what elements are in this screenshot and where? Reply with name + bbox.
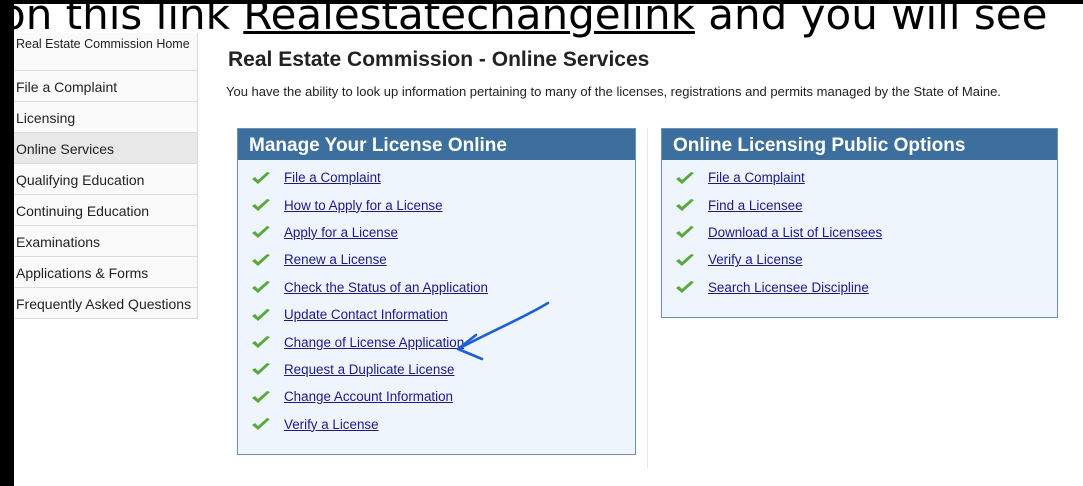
check-icon bbox=[252, 390, 270, 403]
public-panel-link[interactable]: File a Complaint bbox=[708, 170, 805, 185]
list-item: Update Contact Information bbox=[250, 301, 635, 328]
public-options-panel: Online Licensing Public Options File a C… bbox=[661, 128, 1058, 318]
check-icon bbox=[252, 308, 270, 321]
public-panel-link[interactable]: Find a Licensee bbox=[708, 198, 803, 213]
list-item: Check the Status of an Application bbox=[250, 274, 635, 301]
check-icon bbox=[252, 336, 270, 349]
manage-panel-link[interactable]: File a Complaint bbox=[284, 170, 381, 185]
list-item: File a Complaint bbox=[250, 164, 635, 191]
public-options-links: File a Complaint Find a Licensee Download … bbox=[662, 160, 1057, 301]
manage-license-links: File a Complaint How to Apply for a Licen… bbox=[238, 160, 635, 438]
public-options-heading: Online Licensing Public Options bbox=[662, 129, 1057, 160]
list-item: Search Licensee Discipline bbox=[674, 274, 1057, 301]
manage-panel-link[interactable]: Verify a License bbox=[284, 417, 379, 432]
list-item: Download a List of Licensees bbox=[674, 219, 1057, 246]
overlay-caption: on this link Realestatechangelink and yo… bbox=[0, 0, 1083, 42]
list-item: Verify a License bbox=[250, 411, 635, 438]
manage-license-panel: Manage Your License Online File a Compla… bbox=[237, 128, 636, 455]
frame-left-border bbox=[0, 0, 14, 486]
check-icon bbox=[252, 363, 270, 376]
list-item: Find a Licensee bbox=[674, 191, 1057, 218]
page-title: Real Estate Commission - Online Services bbox=[228, 48, 650, 72]
intro-text: You have the ability to look up informat… bbox=[226, 84, 1001, 99]
sidebar-item-frequently-asked-questions[interactable]: Frequently Asked Questions bbox=[14, 288, 197, 319]
public-panel-link[interactable]: Verify a License bbox=[708, 252, 803, 267]
sidebar-item-file-a-complaint[interactable]: File a Complaint bbox=[14, 71, 197, 102]
check-icon bbox=[676, 253, 694, 266]
list-item: Verify a License bbox=[674, 246, 1057, 273]
sidebar-item-examinations[interactable]: Examinations bbox=[14, 226, 197, 257]
column-divider bbox=[647, 128, 648, 468]
manage-panel-link[interactable]: How to Apply for a License bbox=[284, 198, 443, 213]
sidebar-item-applications-forms[interactable]: Applications & Forms bbox=[14, 257, 197, 288]
manage-panel-link[interactable]: Change of License Application bbox=[284, 335, 464, 350]
list-item: Apply for a License bbox=[250, 219, 635, 246]
check-icon bbox=[252, 281, 270, 294]
manage-panel-link[interactable]: Request a Duplicate License bbox=[284, 362, 454, 377]
list-item: File a Complaint bbox=[674, 164, 1057, 191]
sidebar-item-qualifying-education[interactable]: Qualifying Education bbox=[14, 164, 197, 195]
public-panel-link[interactable]: Search Licensee Discipline bbox=[708, 280, 869, 295]
annotation-arrow-icon bbox=[456, 301, 550, 361]
list-item: Request a Duplicate License bbox=[250, 356, 635, 383]
sidebar-item-continuing-education[interactable]: Continuing Education bbox=[14, 195, 197, 226]
caption-link[interactable]: Realestatechangelink bbox=[243, 0, 695, 39]
check-icon bbox=[676, 226, 694, 239]
sidebar-item-online-services[interactable]: Online Services bbox=[14, 133, 197, 164]
public-panel-link[interactable]: Download a List of Licensees bbox=[708, 225, 882, 240]
sidebar-item-licensing[interactable]: Licensing bbox=[14, 102, 197, 133]
manage-panel-link[interactable]: Apply for a License bbox=[284, 225, 398, 240]
check-icon bbox=[252, 226, 270, 239]
check-icon bbox=[252, 253, 270, 266]
list-item: How to Apply for a License bbox=[250, 191, 635, 218]
check-icon bbox=[252, 199, 270, 212]
caption-prefix: on this link bbox=[0, 0, 244, 39]
check-icon bbox=[676, 281, 694, 294]
sidebar-nav: Real Estate Commission Home File a Compla… bbox=[14, 33, 198, 319]
manage-panel-link[interactable]: Renew a License bbox=[284, 252, 387, 267]
manage-license-heading: Manage Your License Online bbox=[238, 129, 635, 160]
manage-panel-link[interactable]: Change Account Information bbox=[284, 389, 453, 404]
check-icon bbox=[252, 171, 270, 184]
manage-panel-link[interactable]: Check the Status of an Application bbox=[284, 280, 488, 295]
list-item: Renew a License bbox=[250, 246, 635, 273]
list-item: Change of License Application bbox=[250, 328, 635, 355]
check-icon bbox=[676, 199, 694, 212]
manage-panel-link[interactable]: Update Contact Information bbox=[284, 307, 448, 322]
check-icon bbox=[252, 418, 270, 431]
list-item: Change Account Information bbox=[250, 383, 635, 410]
check-icon bbox=[676, 171, 694, 184]
caption-suffix: and you will see bbox=[694, 0, 1048, 39]
